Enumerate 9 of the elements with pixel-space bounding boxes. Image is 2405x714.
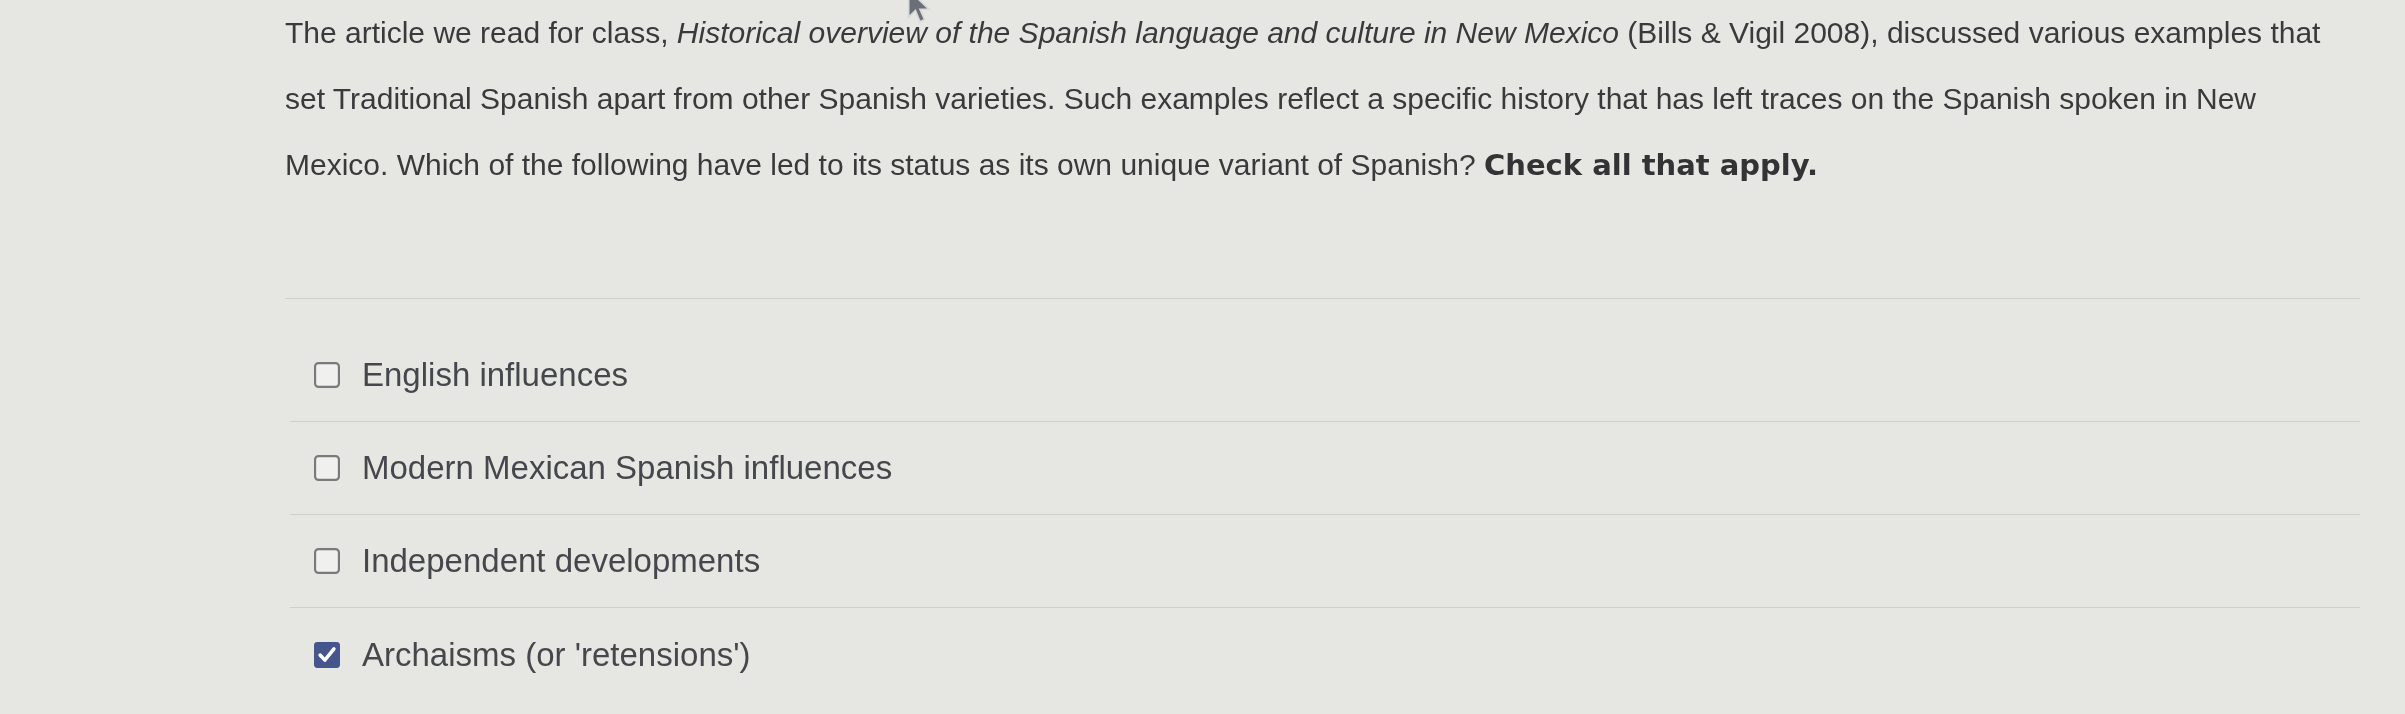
checkbox[interactable] xyxy=(314,641,340,668)
option-label: Archaisms (or 'retensions') xyxy=(362,635,751,674)
checkbox[interactable] xyxy=(314,362,340,388)
option-label: English influences xyxy=(362,356,628,394)
checkbox[interactable] xyxy=(314,455,340,481)
option-label: Independent developments xyxy=(362,542,761,580)
checkbox[interactable] xyxy=(314,548,340,574)
option-label: Modern Mexican Spanish influences xyxy=(362,449,893,487)
question-text: The article we read for class, Historical overview of the Spanish language and culture in New Mexico (Bills & Vigil 2008), discussed various examples that set Traditional Spanish apart from other Spanish varieties. Such examples reflect a specific history that has left traces on the Spanish spoken in New Mexico. Which of the following have led to its status as its own unique variant of Spanish? Check all that apply. xyxy=(285,0,2360,299)
